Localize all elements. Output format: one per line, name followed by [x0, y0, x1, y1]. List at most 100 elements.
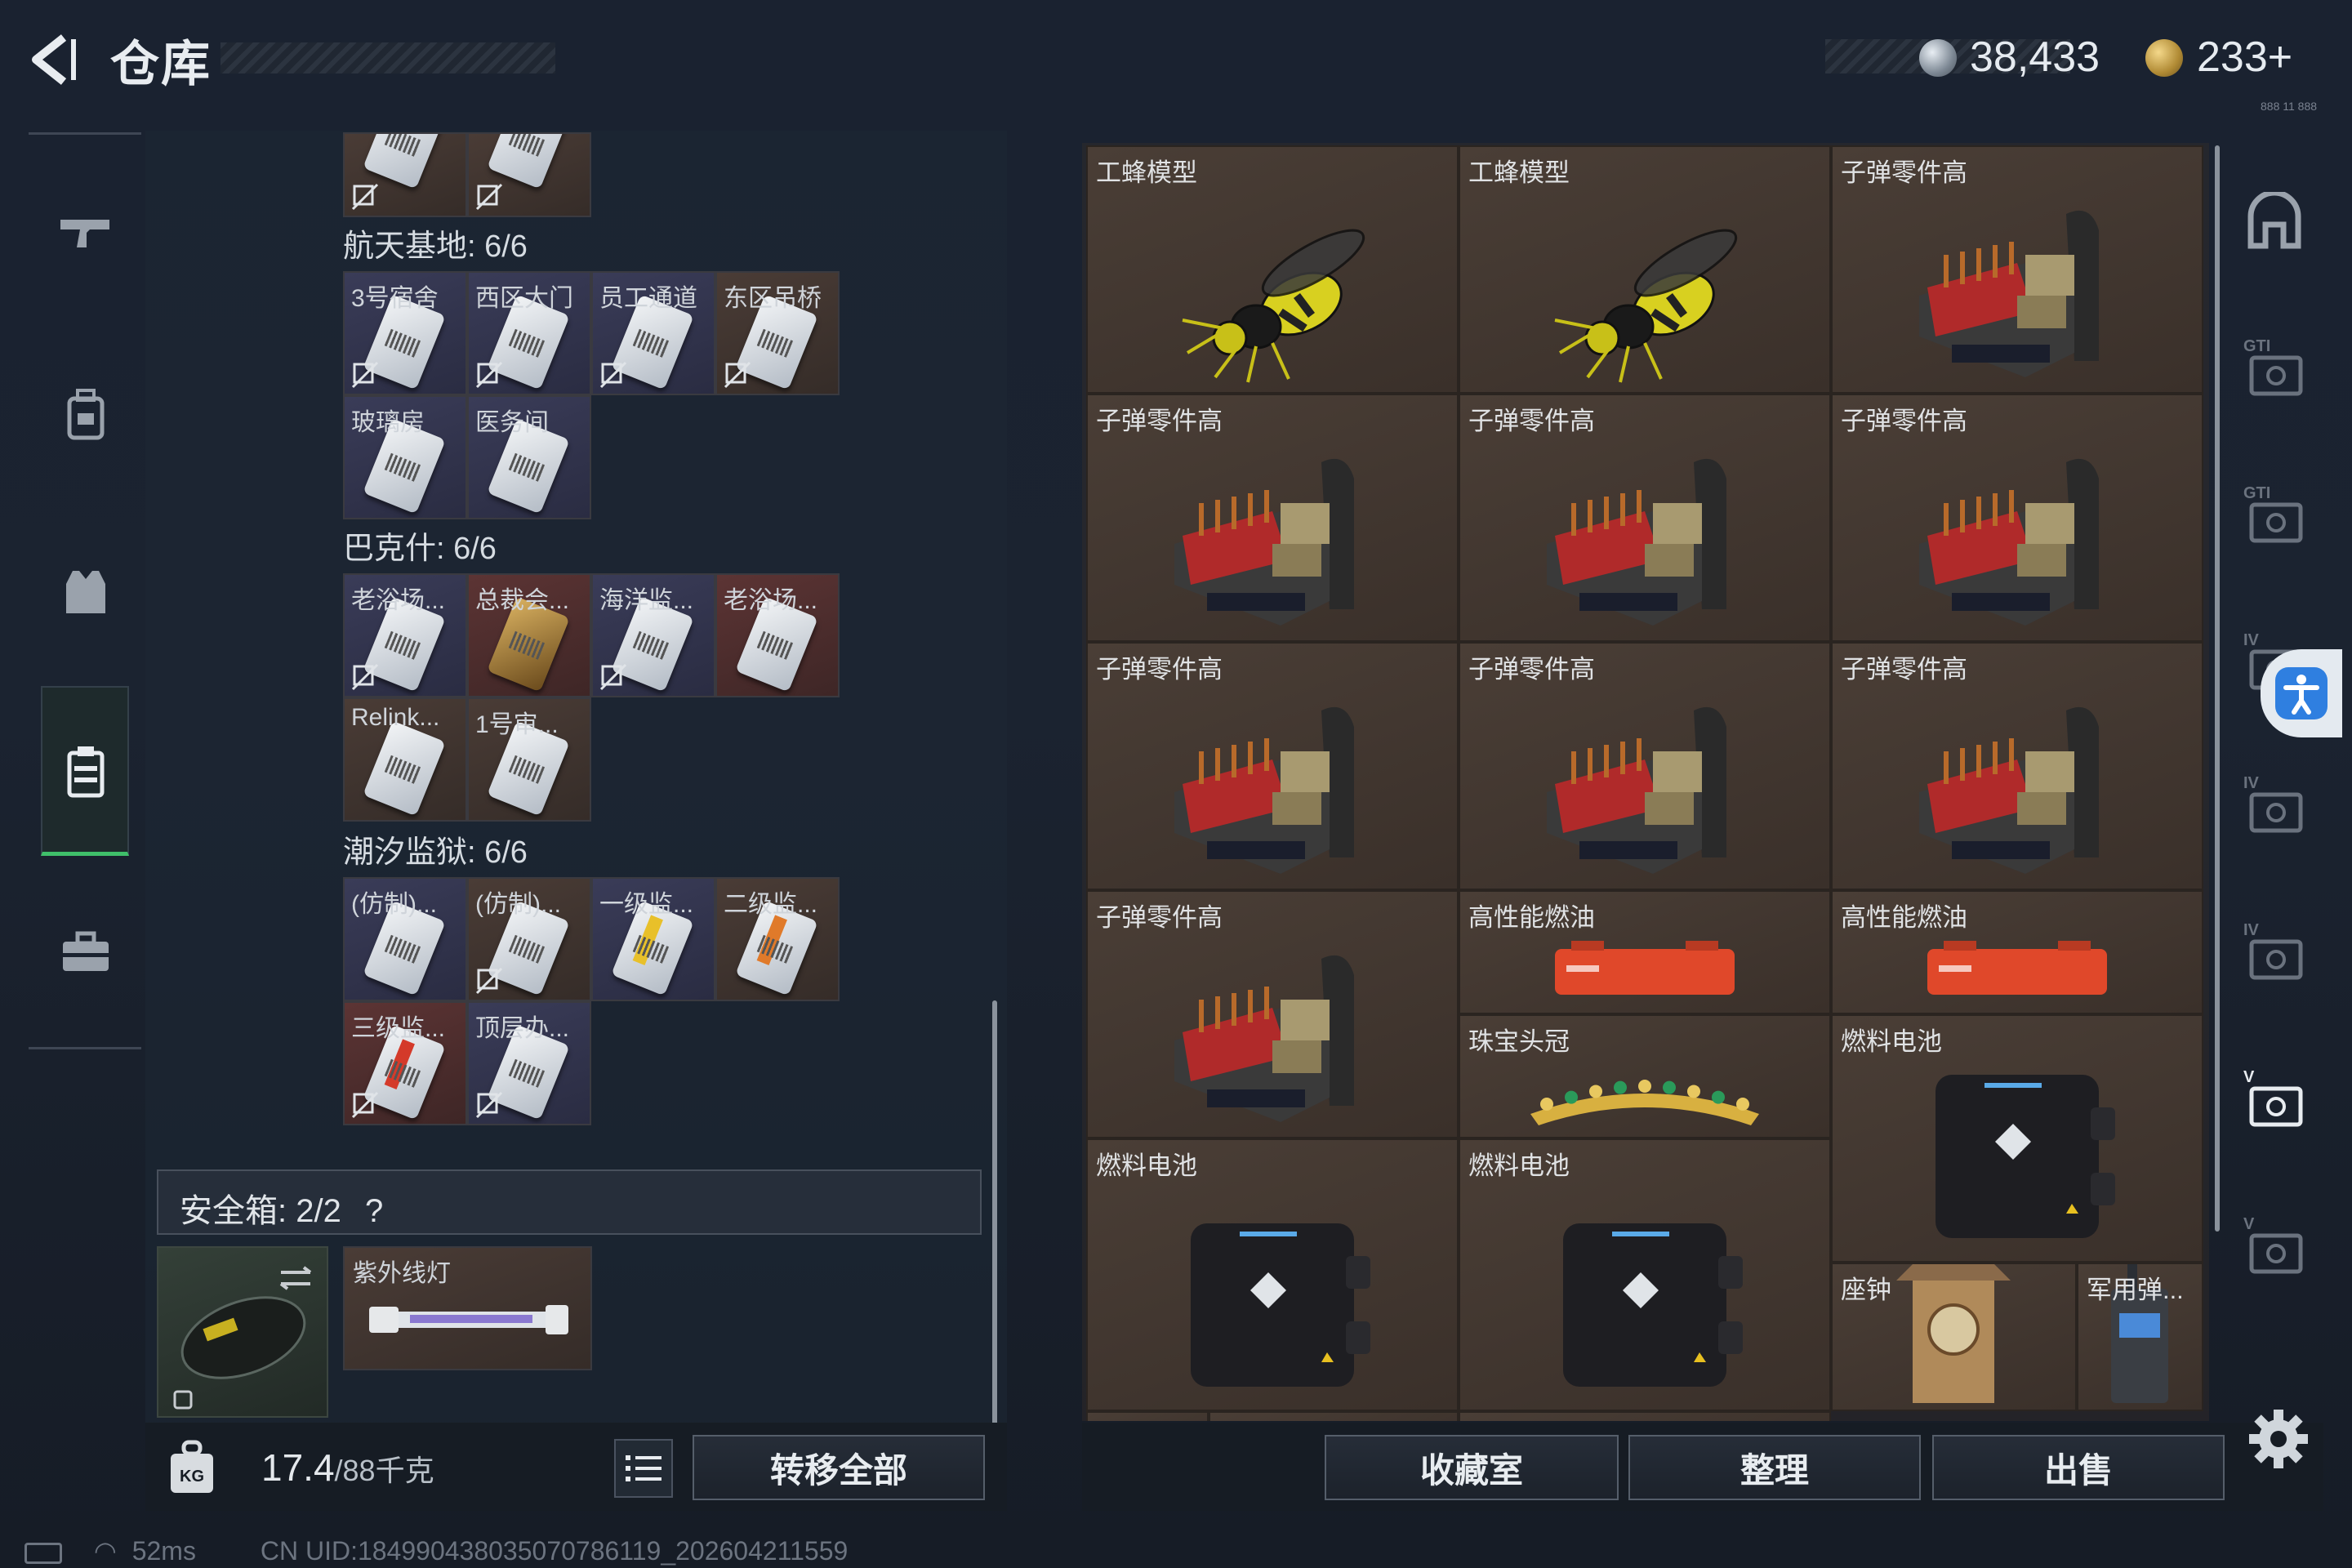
- keycard-slot[interactable]: 总裁会...: [467, 573, 591, 697]
- jewel-crown-icon: [1530, 1080, 1759, 1125]
- stash-item[interactable]: 子弹零件高: [1831, 642, 2203, 890]
- stash-item[interactable]: 燃料电池: [1086, 1138, 1459, 1412]
- container-tier-icon[interactable]: GTI: [2238, 478, 2311, 551]
- keycard-label: (仿制)...: [351, 891, 437, 918]
- stash-item-label: 子弹零件高: [1841, 407, 1967, 435]
- uv-lamp-slot[interactable]: 紫外线灯: [343, 1246, 592, 1370]
- weight-readout: 17.4/88千克: [261, 1446, 434, 1489]
- container-tier-icon[interactable]: V: [2238, 1062, 2311, 1135]
- settings-gear-icon[interactable]: [2246, 1406, 2311, 1472]
- stash-item[interactable]: 珠宝头冠: [1459, 1014, 1831, 1138]
- keycard-slot[interactable]: 玻璃房: [343, 395, 467, 519]
- keycard-label: 海洋监...: [599, 587, 694, 614]
- keycard-label: 老浴场...: [351, 587, 446, 614]
- keycard-slot[interactable]: [467, 132, 591, 217]
- stash-item[interactable]: 高性能燃油: [1459, 890, 1831, 1014]
- sell-button[interactable]: 出售: [1932, 1435, 2225, 1500]
- keycard-label: 玻璃房: [351, 409, 425, 436]
- no-bind-icon: [599, 361, 627, 389]
- battery-icon: [24, 1542, 62, 1564]
- stash-item[interactable]: 子弹零件高: [1086, 642, 1459, 890]
- keycard-slot[interactable]: 顶层办...: [467, 1001, 591, 1125]
- keycard-slot[interactable]: 海洋监...: [591, 573, 715, 697]
- keycard-label: 总裁会...: [475, 587, 570, 614]
- backpack-icon[interactable]: [49, 377, 122, 451]
- stash-item[interactable]: 燃料电池: [1831, 1014, 2203, 1263]
- status-bar: ◠ 52ms CN UID:184990438035070786119_2026…: [24, 1535, 848, 1566]
- keycard-slot[interactable]: 员工通道: [591, 271, 715, 395]
- stash-grid[interactable]: 工蜂模型 工蜂模型 子弹零件高 子弹零件高 子弹零件高 子弹零件高 子弹零件高 子弹零件高 子弹…: [1086, 145, 2205, 1421]
- stash-scrollbar[interactable]: [2215, 145, 2220, 1232]
- keycard-slot[interactable]: 老浴场...: [343, 573, 467, 697]
- transfer-all-button[interactable]: 转移全部: [693, 1435, 985, 1500]
- stash-item[interactable]: 座钟: [1086, 1411, 1209, 1421]
- container-tier-icon[interactable]: GTI: [2238, 331, 2311, 404]
- accessibility-button[interactable]: [2261, 649, 2342, 737]
- stash-item[interactable]: 军用卫星通讯仪: [1459, 1411, 1831, 1421]
- tier-label: GTI: [2243, 484, 2270, 502]
- no-bind-icon: [351, 361, 379, 389]
- partial-row: [343, 132, 591, 217]
- toolbox-icon[interactable]: [49, 915, 122, 988]
- armor-vest-icon[interactable]: [49, 555, 122, 629]
- stash-item[interactable]: 军用弹...: [2076, 1263, 2203, 1412]
- keycard-case-icon[interactable]: [49, 735, 122, 808]
- stash-item[interactable]: 子弹零件高: [1459, 394, 1831, 642]
- keycard-slot[interactable]: 三级监...: [343, 1001, 467, 1125]
- keycard-slot[interactable]: 1号审...: [467, 697, 591, 822]
- stash-item[interactable]: 子弹零件高: [1831, 394, 2203, 642]
- list-view-button[interactable]: [614, 1439, 673, 1498]
- stash-item-label: 燃料电池: [1096, 1152, 1197, 1180]
- stash-item-label: 高性能燃油: [1841, 903, 1967, 932]
- no-bind-icon: [351, 663, 379, 691]
- section-title: 航天基地: 6/6: [343, 229, 528, 264]
- keycard-slot[interactable]: 老浴场...: [715, 573, 840, 697]
- keycard-slot[interactable]: 一级监...: [591, 877, 715, 1001]
- stash-item[interactable]: 子弹零件高: [1086, 394, 1459, 642]
- safehouse-icon[interactable]: [2238, 184, 2311, 257]
- container-tier-icon[interactable]: IV: [2238, 915, 2311, 988]
- ammo-parts-crate-icon: [1547, 458, 1726, 626]
- keycard-slot[interactable]: 西区大门: [467, 271, 591, 395]
- container-tier-icon[interactable]: V: [2238, 1209, 2311, 1282]
- stash-item[interactable]: 子弹零件高: [1459, 642, 1831, 890]
- collection-room-button[interactable]: 收藏室: [1325, 1435, 1619, 1500]
- stash-item-label: 燃料电池: [1468, 1152, 1570, 1180]
- back-arrow-icon[interactable]: [24, 31, 82, 88]
- keycard-slot[interactable]: (仿制)...: [343, 877, 467, 1001]
- left-scrollbar[interactable]: [992, 1000, 997, 1425]
- keycard-slot[interactable]: 医务间: [467, 395, 591, 519]
- stash-item-label: 高性能燃油: [1468, 903, 1595, 932]
- stash-item[interactable]: 燃料电池: [1459, 1138, 1831, 1412]
- stash-item-label: 子弹零件高: [1468, 407, 1595, 435]
- stash-item[interactable]: 子弹零件高: [1086, 890, 1459, 1138]
- stash-item[interactable]: 工蜂模型: [1459, 145, 1831, 394]
- keycard-slot[interactable]: 二级监...: [715, 877, 840, 1001]
- tier-label: V: [2243, 1215, 2255, 1233]
- desk-clock-icon: [1896, 1264, 2011, 1404]
- keycard-slot[interactable]: Relink...: [343, 697, 467, 822]
- nav-divider: [29, 132, 141, 135]
- ammo-parts-crate-icon: [1547, 706, 1726, 874]
- stash-item[interactable]: 座钟: [1831, 1263, 2077, 1412]
- container-tier-icon[interactable]: IV: [2238, 768, 2311, 841]
- pistol-icon[interactable]: [49, 196, 122, 270]
- ping-readout: 52ms: [131, 1536, 196, 1566]
- stash-item[interactable]: 高性能燃油: [1831, 890, 2203, 1014]
- gold-amount[interactable]: 233+: [2197, 33, 2292, 82]
- stash-item[interactable]: 子弹零件高: [1831, 145, 2203, 394]
- keycard-slot[interactable]: 东区吊桥: [715, 271, 840, 395]
- stash-item[interactable]: 座钟: [1209, 1411, 1459, 1421]
- keycard-slot[interactable]: 3号宿舍: [343, 271, 467, 395]
- stash-item[interactable]: 工蜂模型: [1086, 145, 1459, 394]
- help-icon[interactable]: ?: [365, 1193, 383, 1229]
- keycard-slot[interactable]: (仿制)...: [467, 877, 591, 1001]
- keycard-slot[interactable]: [343, 132, 467, 217]
- tier-label: GTI: [2243, 337, 2270, 355]
- safebox-case[interactable]: [157, 1246, 328, 1418]
- keycard-image: [363, 720, 446, 817]
- title-decoration: [220, 42, 555, 74]
- fuel-cell-icon: [1936, 1075, 2115, 1238]
- organize-button[interactable]: 整理: [1628, 1435, 1921, 1500]
- tier-label: IV: [2243, 631, 2260, 649]
